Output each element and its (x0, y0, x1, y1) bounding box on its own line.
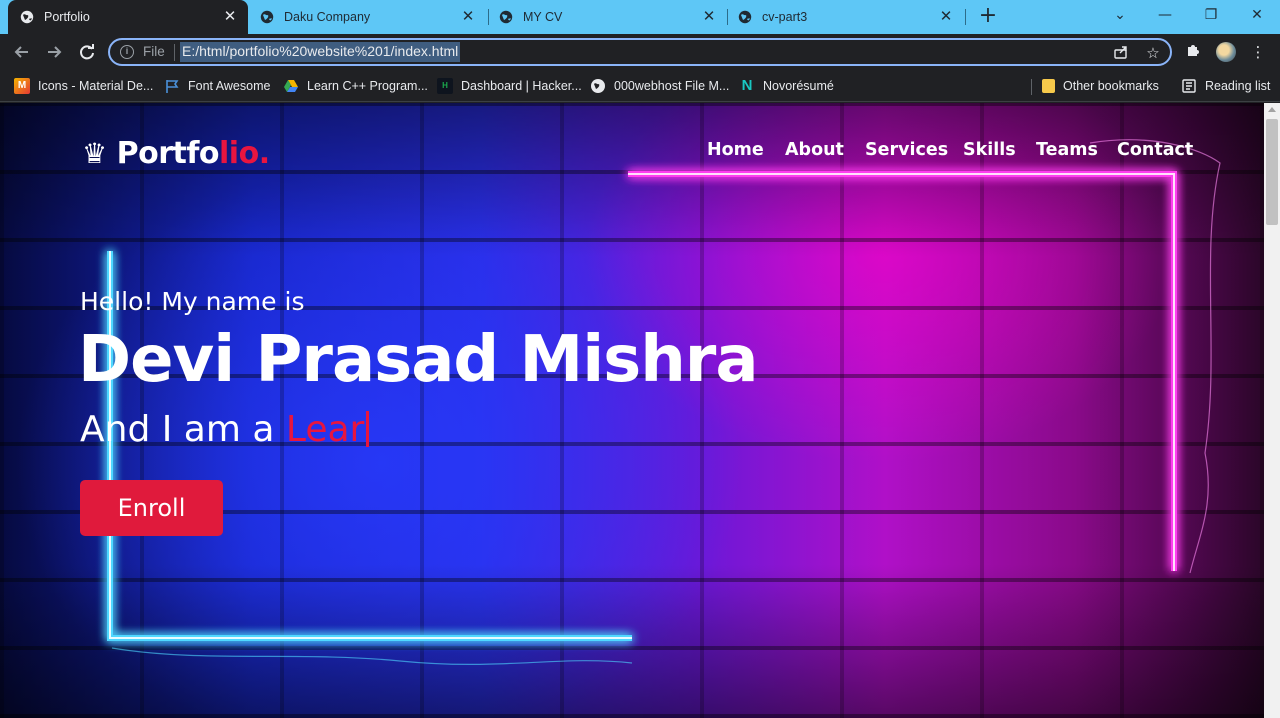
extensions-puzzle-icon[interactable] (1183, 42, 1203, 62)
bookmark-000webhost[interactable]: 000webhost File M... (590, 76, 729, 96)
profile-avatar[interactable] (1216, 42, 1236, 62)
url-text[interactable]: E:/html/portfolio%20website%201/index.ht… (180, 42, 461, 62)
bookmark-material-icons[interactable]: M Icons - Material De... (14, 76, 153, 96)
nav-link-contact[interactable]: Contact (1117, 140, 1193, 164)
nav-link-about[interactable]: About (785, 140, 844, 164)
logo-accent-text: lio. (219, 136, 270, 171)
forward-button[interactable] (43, 41, 65, 63)
bookmark-star-icon[interactable]: ☆ (1144, 44, 1162, 62)
tab-strip: Portfolio ✕ Daku Company ✕ MY CV ✕ cv-pa… (0, 0, 1280, 34)
globe-icon (590, 78, 606, 94)
close-window-button[interactable]: ✕ (1235, 0, 1279, 30)
divider (1031, 79, 1032, 95)
minimize-button[interactable]: — (1143, 0, 1187, 30)
tab-close-icon[interactable]: ✕ (222, 9, 238, 25)
flag-icon (164, 78, 180, 94)
new-tab-button[interactable]: + (977, 5, 999, 28)
reload-icon (80, 44, 94, 60)
bookmark-novoresume[interactable]: N Novorésumé (739, 76, 834, 96)
globe-icon (738, 10, 752, 24)
novoresume-icon: N (741, 77, 753, 94)
menu-kebab-icon[interactable]: ⋮ (1248, 42, 1268, 62)
tab-search-button[interactable]: ⌄ (1098, 0, 1142, 30)
globe-icon (20, 10, 34, 24)
bookmark-label: Icons - Material De... (38, 79, 154, 93)
reload-button[interactable] (76, 41, 98, 63)
bookmarks-bar: M Icons - Material De... Font Awesome Le… (0, 70, 1280, 102)
typing-cursor (366, 411, 370, 447)
scrollbar-thumb[interactable] (1266, 119, 1278, 225)
google-drive-icon (283, 78, 299, 94)
maximize-button[interactable]: ❐ (1189, 0, 1233, 30)
site-logo[interactable]: ♛ Portfo lio. (82, 136, 270, 171)
bookmark-label: Reading list (1205, 79, 1271, 93)
bookmark-hackerrank[interactable]: H Dashboard | Hacker... (437, 76, 582, 96)
crown-icon: ♛ (82, 137, 107, 170)
arrow-right-icon (48, 46, 62, 58)
bookmark-label: Other bookmarks (1063, 79, 1159, 93)
browser-toolbar: i File E:/html/portfolio%20website%201/i… (0, 34, 1280, 70)
folder-icon (1042, 79, 1055, 93)
scheme-label: File (143, 44, 165, 59)
scroll-up-arrow-icon[interactable] (1268, 107, 1276, 112)
tab-close-icon[interactable]: ✕ (938, 9, 954, 25)
nav-link-teams[interactable]: Teams (1036, 140, 1098, 164)
logo-text: Portfo (116, 136, 220, 171)
page-scrollbar[interactable] (1264, 103, 1280, 718)
hero-role-typed: Lear (285, 409, 365, 450)
tab-title: MY CV (523, 10, 563, 24)
nav-link-skills[interactable]: Skills (963, 140, 1016, 164)
nav-link-home[interactable]: Home (707, 140, 764, 164)
tab-portfolio[interactable]: Portfolio ✕ (8, 0, 248, 34)
tab-close-icon[interactable]: ✕ (460, 9, 476, 25)
bookmark-learn-cpp[interactable]: Learn C++ Program... (283, 76, 428, 96)
reading-list[interactable]: Reading list (1181, 76, 1270, 96)
divider (174, 44, 175, 61)
tab-title: Daku Company (284, 10, 371, 24)
tab-title: cv-part3 (762, 10, 808, 24)
arrow-left-icon (14, 46, 28, 58)
tab-separator (965, 9, 966, 25)
info-icon[interactable]: i (120, 45, 134, 59)
share-icon[interactable] (1112, 44, 1130, 62)
tab-close-icon[interactable]: ✕ (701, 9, 717, 25)
tab-my-cv[interactable]: MY CV ✕ (489, 0, 727, 34)
tab-daku-company[interactable]: Daku Company ✕ (250, 0, 486, 34)
reading-list-icon (1181, 78, 1197, 94)
other-bookmarks[interactable]: Other bookmarks (1042, 76, 1159, 96)
bookmark-label: Font Awesome (188, 79, 271, 93)
tab-cv-part3[interactable]: cv-part3 ✕ (728, 0, 964, 34)
hackerrank-icon: H (437, 78, 453, 94)
material-icons-icon: M (14, 78, 30, 94)
back-button[interactable] (11, 41, 33, 63)
bookmark-label: Dashboard | Hacker... (461, 79, 582, 93)
globe-icon (260, 10, 274, 24)
tab-title: Portfolio (44, 10, 90, 24)
hero-role-line: And I am a Lear (80, 409, 370, 450)
bookmark-label: Novorésumé (763, 79, 834, 93)
address-bar[interactable]: i File E:/html/portfolio%20website%201/i… (108, 38, 1172, 66)
nav-link-services[interactable]: Services (865, 140, 948, 164)
globe-icon (499, 10, 513, 24)
hero-role-prefix: And I am a (80, 409, 275, 450)
bookmark-font-awesome[interactable]: Font Awesome (164, 76, 270, 96)
enroll-button[interactable]: Enroll (80, 480, 223, 536)
hero-name: Devi Prasad Mishra (78, 323, 759, 397)
bookmark-label: 000webhost File M... (614, 79, 730, 93)
hero-greeting: Hello! My name is (80, 287, 305, 316)
page-viewport: ♛ Portfo lio. Home About Services Skills … (0, 103, 1264, 718)
bookmark-label: Learn C++ Program... (307, 79, 428, 93)
